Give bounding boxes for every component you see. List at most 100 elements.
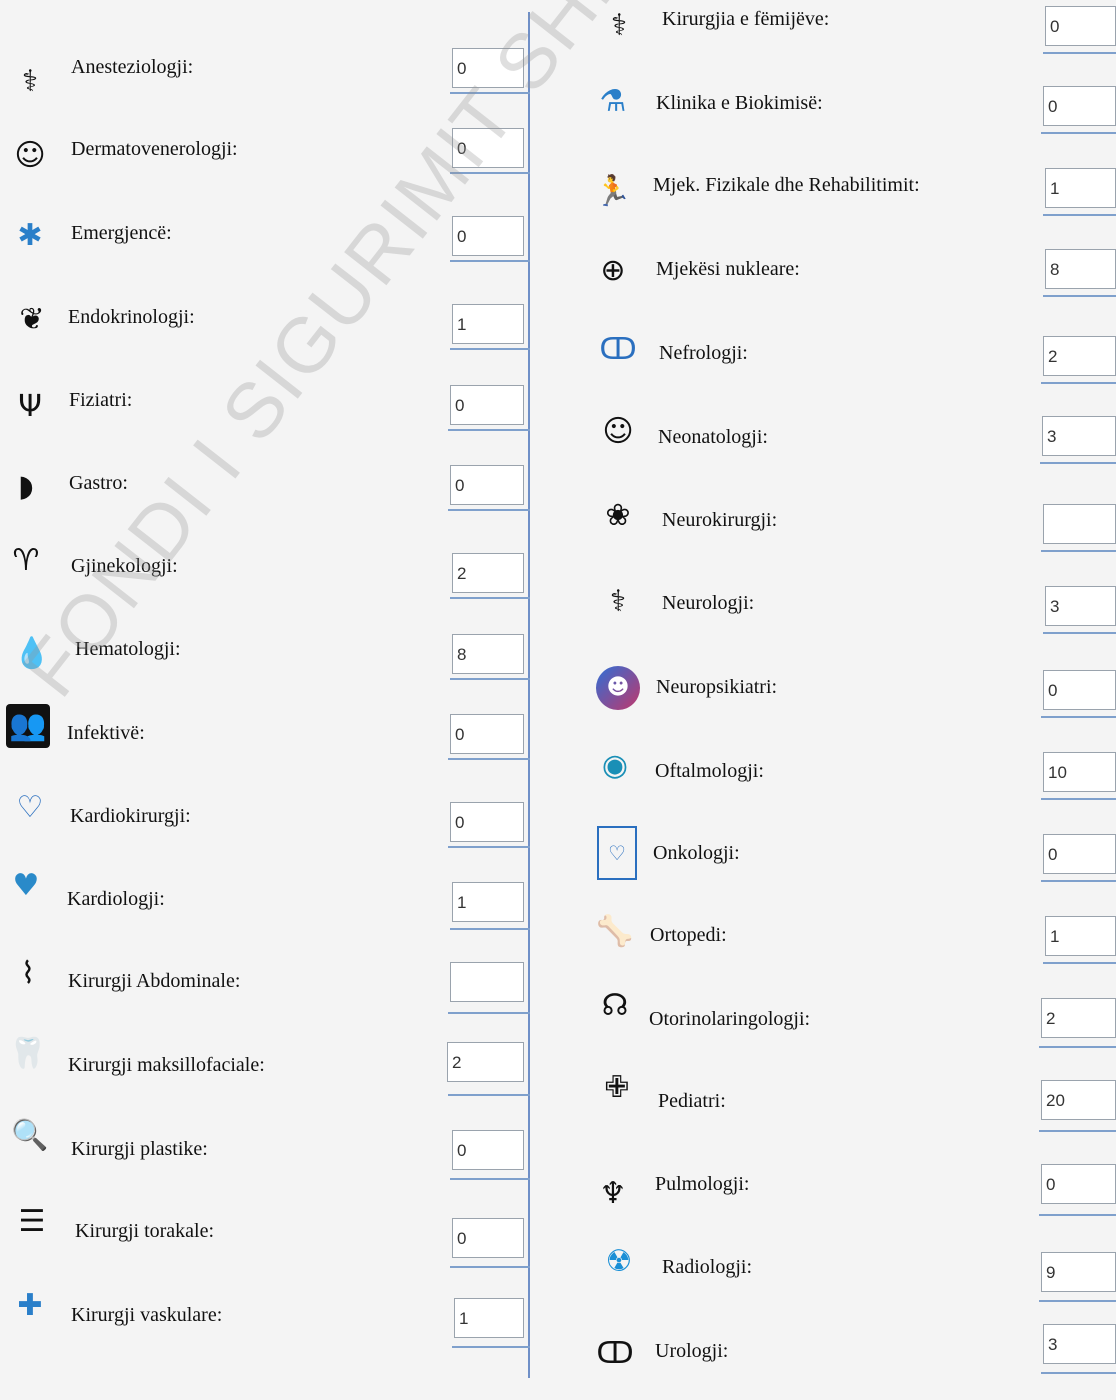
specialty-count-field[interactable]: 0	[1043, 670, 1116, 710]
specialty-count-field[interactable]: 3	[1043, 1324, 1116, 1364]
specialty-count-field[interactable]: 0	[1041, 1164, 1116, 1204]
specialty-label: Infektivë:	[67, 722, 145, 744]
specialty-count-field[interactable]: 0	[452, 128, 524, 168]
specialty-count-field[interactable]: 1	[454, 1298, 524, 1338]
specialty-label: Kirurgji plastike:	[71, 1138, 208, 1160]
field-underline	[1039, 1300, 1116, 1302]
specialty-row-neurologji: ⚕ Neurologji: 3	[535, 578, 1116, 662]
specialty-count-field[interactable]: 8	[1045, 249, 1116, 289]
specialty-row-emergjence: ✱ Emergjencë: 0	[0, 214, 530, 298]
field-underline	[448, 1012, 530, 1014]
baby-cross-icon: ✙	[604, 1070, 630, 1105]
radiation-icon: ☢	[605, 1244, 633, 1279]
specialty-row-onkologji: ♡ Onkologji: 0	[535, 826, 1116, 910]
field-underline	[1043, 214, 1116, 216]
field-underline	[450, 260, 530, 262]
specialty-row-oftalmologji: ◉ Oftalmologji: 10	[535, 744, 1116, 828]
specialty-count-field[interactable]: 0	[450, 802, 524, 842]
specialty-count-field[interactable]: 8	[452, 634, 524, 674]
specialty-row-gastro: ◗ Gastro: 0	[0, 463, 530, 547]
specialty-count-field[interactable]: 0	[450, 385, 524, 425]
specialty-count-field[interactable]: 3	[1042, 416, 1116, 456]
specialty-count-field[interactable]: 20	[1041, 1080, 1116, 1120]
specialty-row-ortopedi: 🦴 Ortopedi: 1	[535, 908, 1116, 992]
field-underline	[450, 1178, 530, 1180]
specialty-row-urologji: ↀ Urologji: 3	[535, 1316, 1116, 1400]
specialty-count-field[interactable]: 0	[450, 714, 524, 754]
field-underline	[1041, 1372, 1116, 1374]
specialty-label: Hematologji:	[75, 638, 181, 660]
skin-face-icon: ☺	[14, 138, 46, 173]
people-infection-icon: 👥	[6, 704, 50, 748]
field-underline	[1043, 962, 1116, 964]
specialty-count-field[interactable]: 0	[1043, 834, 1116, 874]
newborn-baby-icon: ☺	[602, 414, 634, 449]
specialty-row-radiologji: ☢ Radiologji: 9	[535, 1240, 1116, 1324]
specialty-count-field[interactable]	[1043, 504, 1116, 544]
specialty-count-field[interactable]	[450, 962, 524, 1002]
specialty-count-field[interactable]: 0	[1045, 6, 1116, 46]
specialty-count-field[interactable]: 2	[447, 1042, 524, 1082]
specialty-count-field[interactable]: 2	[452, 553, 524, 593]
specialty-row-neurokirurgji: ❀ Neurokirurgji:	[535, 494, 1116, 578]
specialty-label: Mjekësi nukleare:	[656, 258, 800, 280]
specialty-label: Neuropsikiatri:	[656, 676, 778, 698]
mind-head-icon: ☻	[596, 666, 640, 710]
specialty-label: Endokrinologji:	[68, 306, 195, 328]
specialty-label: Kirurgji maksillofaciale:	[68, 1054, 265, 1076]
thyroid-gland-icon: ❦	[19, 302, 45, 337]
abdominal-surgery-icon: ⌇	[20, 956, 36, 991]
specialty-row-kirurgji-abdominale: ⌇ Kirurgji Abdominale:	[0, 959, 530, 1048]
uterus-icon: ♈	[12, 543, 40, 578]
field-underline	[1043, 295, 1116, 297]
field-underline	[448, 509, 530, 511]
specialty-row-neuropsikiatri: ☻ Neuropsikiatri: 0	[535, 662, 1116, 746]
specialty-count-field[interactable]: 0	[452, 48, 524, 88]
specialty-row-pediatri: ✙ Pediatri: 20	[535, 1072, 1116, 1156]
specialty-row-mjekesi-nukleare: ⊕ Mjekësi nukleare: 8	[535, 245, 1116, 329]
specialty-count-field[interactable]: 0	[1043, 86, 1116, 126]
lungs-icon: ♆	[599, 1176, 627, 1211]
field-underline	[1040, 462, 1116, 464]
specialty-row-otorinolaringologji: ☊ Otorinolaringologji: 2	[535, 990, 1116, 1074]
specialty-row-mjek-fizikale: 🏃 Mjek. Fizikale dhe Rehabilitimit: 1	[535, 162, 1116, 246]
specialty-label: Onkologji:	[653, 842, 740, 864]
field-underline	[448, 846, 530, 848]
bone-tree-icon: 🦴	[596, 914, 634, 949]
specialty-count-field[interactable]: 0	[450, 465, 524, 505]
specialty-label: Otorinolaringologji:	[649, 1008, 811, 1030]
ear-nose-throat-icon: ☊	[601, 988, 629, 1023]
specialty-label: Kirurgji vaskulare:	[71, 1304, 223, 1326]
specialty-row-kirurgjia-e-femijeve: ⚕ Kirurgjia e fëmijëve: 0	[535, 0, 1116, 84]
field-underline	[1039, 1214, 1116, 1216]
specialty-count-field[interactable]: 0	[452, 1218, 524, 1258]
specialty-count-field[interactable]: 9	[1041, 1252, 1116, 1292]
specialty-count-field[interactable]: 10	[1043, 752, 1116, 792]
specialty-count-field[interactable]: 2	[1041, 998, 1116, 1038]
vascular-surgery-icon: ✚	[17, 1288, 43, 1323]
specialty-count-field[interactable]: 0	[452, 1130, 524, 1170]
specialty-label: Nefrologji:	[659, 342, 748, 364]
field-underline	[450, 928, 530, 930]
specialty-count-field[interactable]: 1	[1045, 916, 1116, 956]
field-underline	[1039, 1046, 1116, 1048]
specialty-count-field[interactable]: 2	[1043, 336, 1116, 376]
field-underline	[448, 758, 530, 760]
lab-flask-dna-icon: ⚗	[599, 84, 627, 119]
field-underline	[450, 1266, 530, 1268]
specialty-count-field[interactable]: 1	[452, 304, 524, 344]
field-underline	[1041, 798, 1116, 800]
specialty-count-field[interactable]: 3	[1045, 586, 1116, 626]
specialty-row-klinika-e-biokimise: ⚗ Klinika e Biokimisë: 0	[535, 80, 1116, 164]
specialty-row-neonatologji: ☺ Neonatologji: 3	[535, 410, 1116, 494]
blood-test-tube-icon: 💧	[13, 636, 51, 671]
specialty-count-field[interactable]: 1	[452, 882, 524, 922]
specialty-label: Gjinekologji:	[71, 555, 178, 577]
specialty-row-fiziatri: Ψ Fiziatri: 0	[0, 383, 530, 467]
field-underline	[1039, 1130, 1116, 1132]
specialty-count-field[interactable]: 0	[452, 216, 524, 256]
specialty-row-pulmologji: ♆ Pulmologji: 0	[535, 1158, 1116, 1242]
field-underline	[1041, 382, 1116, 384]
specialty-row-kardiologji: ♥ Kardiologji: 1	[0, 871, 530, 966]
specialty-count-field[interactable]: 1	[1045, 168, 1116, 208]
